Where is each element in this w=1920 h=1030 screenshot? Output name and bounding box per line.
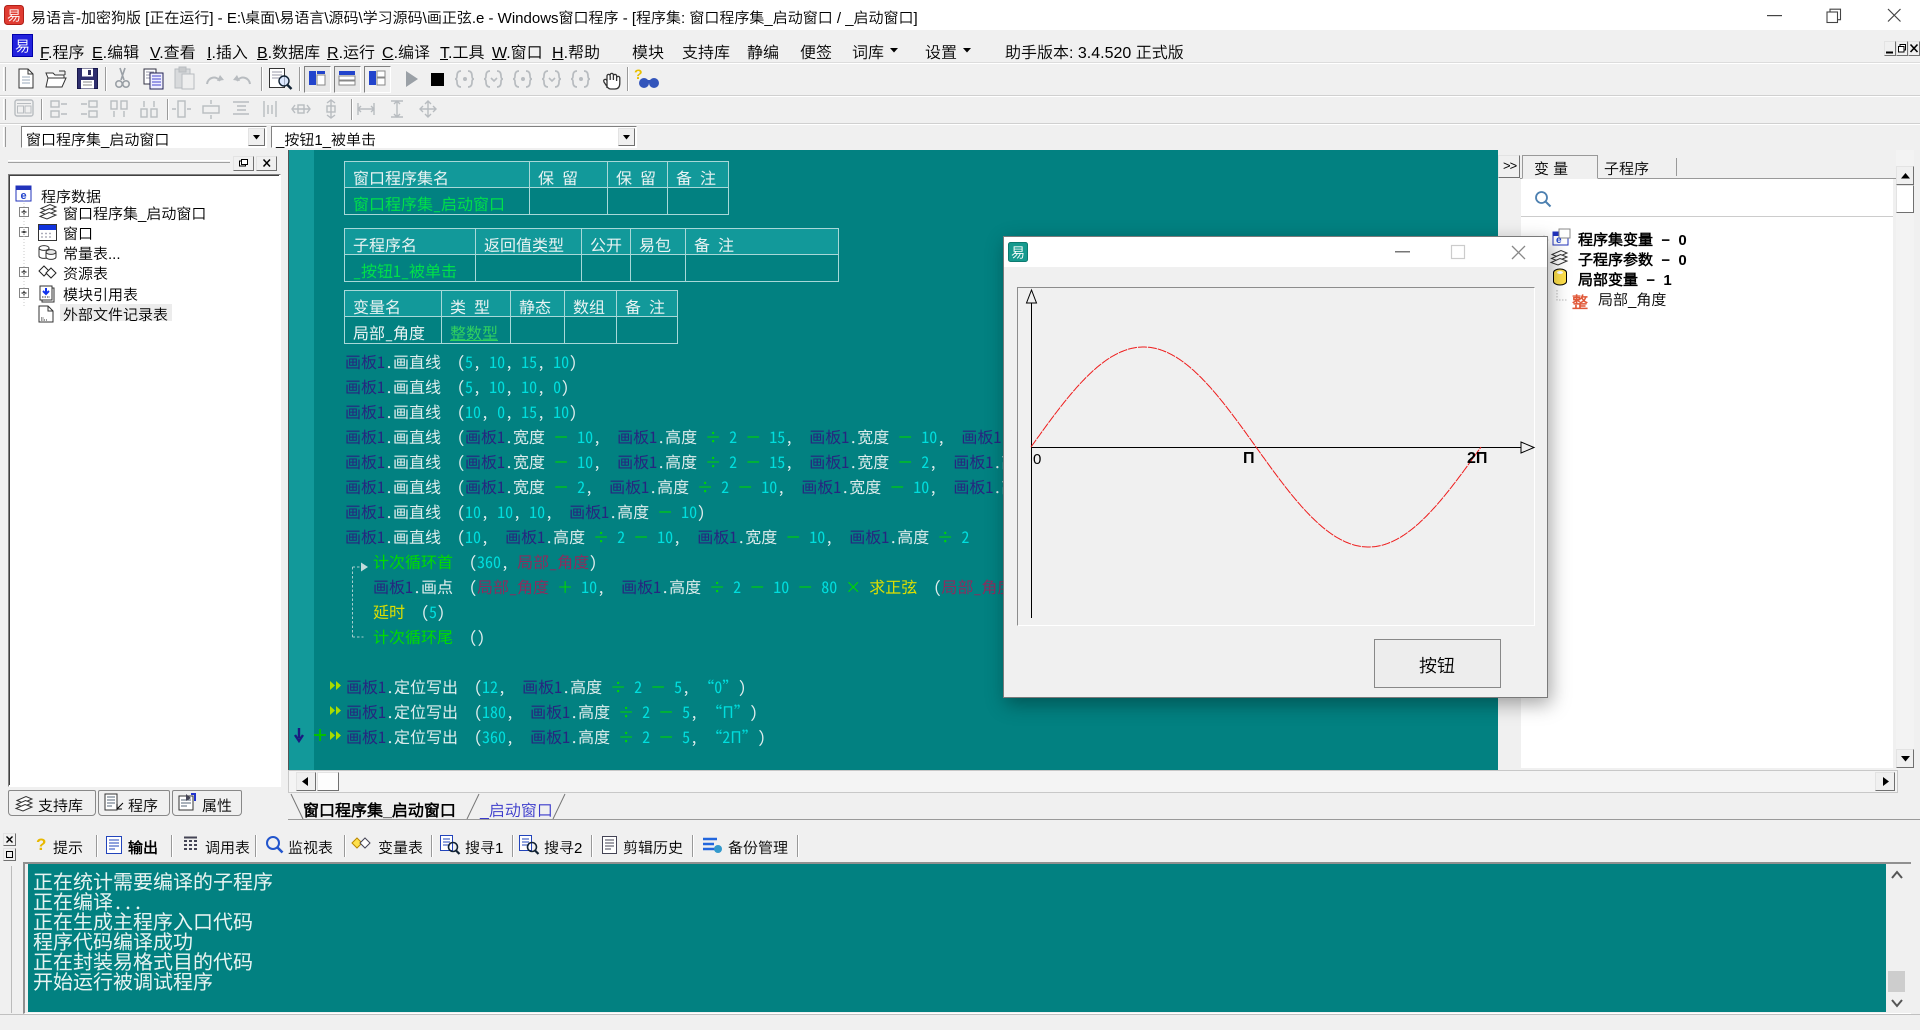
- svg-text:易: 易: [7, 6, 21, 26]
- svg-text:易: 易: [15, 36, 30, 57]
- svg-text:易: 易: [1011, 243, 1025, 263]
- svg-text:?: ?: [36, 835, 46, 854]
- svg-text:e: e: [1556, 235, 1562, 246]
